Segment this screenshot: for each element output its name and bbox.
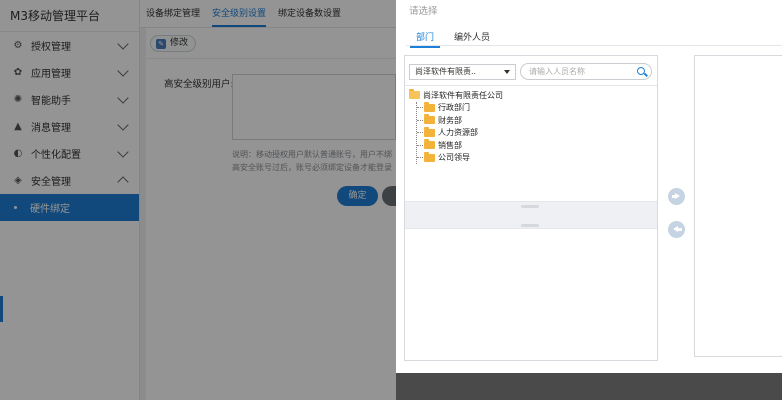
tree-node[interactable]: 行政部门 — [417, 101, 503, 115]
tree-node[interactable]: 人力资源部 — [417, 126, 503, 140]
search-icon[interactable] — [637, 67, 645, 75]
tree-node[interactable]: 财务部 — [417, 114, 503, 127]
arrow-left-icon-head — [673, 226, 678, 232]
tree-children: 行政部门 财务部 人力资源部 销售部 公司领导 — [416, 101, 503, 165]
department-panel: 尚泽软件有限责.. 请输入人员名称 尚泽软件有限责任公司 行政部门 财务部 人力… — [404, 55, 658, 361]
tree-node-label: 销售部 — [438, 140, 462, 150]
tree-node-label: 财务部 — [438, 115, 462, 125]
tree-branch-line — [417, 144, 423, 146]
department-tree: 尚泽软件有限责任公司 行政部门 财务部 人力资源部 销售部 公司领导 — [409, 89, 503, 164]
tree-node[interactable]: 公司领导 — [417, 151, 503, 165]
tree-node-label: 行政部门 — [438, 103, 470, 113]
folder-icon — [424, 151, 435, 162]
tree-branch-line — [417, 157, 423, 159]
panel-splitter[interactable] — [405, 201, 657, 229]
tree-node-label: 公司领导 — [438, 153, 470, 163]
folder-icon — [424, 139, 435, 150]
tree-node-label: 尚泽软件有限责任公司 — [423, 90, 503, 100]
collapse-down-handle[interactable] — [521, 224, 539, 227]
divider — [405, 85, 657, 86]
folder-icon — [424, 114, 435, 125]
folder-icon — [424, 101, 435, 112]
move-left-button[interactable] — [668, 221, 685, 238]
department-select[interactable]: 尚泽软件有限责.. — [409, 64, 516, 80]
dialog-tab-divider — [406, 45, 782, 46]
search-placeholder: 请输入人员名称 — [529, 67, 585, 76]
select-dialog: 请选择 部门 编外人员 尚泽软件有限责.. 请输入人员名称 尚泽软件有限责任公司… — [396, 0, 782, 373]
selected-panel[interactable] — [694, 55, 782, 357]
caret-down-icon — [504, 70, 510, 74]
dialog-footer-bar — [396, 373, 782, 400]
tree-node-root[interactable]: 尚泽软件有限责任公司 — [409, 89, 503, 102]
arrow-right-icon-head — [675, 193, 680, 199]
tree-branch-line — [417, 132, 423, 134]
modal-overlay[interactable] — [0, 0, 396, 400]
folder-icon — [424, 126, 435, 137]
search-input[interactable]: 请输入人员名称 — [520, 63, 652, 80]
tree-node-label: 人力资源部 — [438, 128, 478, 138]
dialog-title: 请选择 — [409, 6, 438, 17]
folder-open-icon — [409, 89, 420, 100]
tree-node[interactable]: 销售部 — [417, 139, 503, 152]
tree-branch-line — [417, 119, 423, 121]
collapse-up-handle[interactable] — [521, 205, 539, 208]
department-select-value: 尚泽软件有限责.. — [415, 67, 477, 76]
tree-branch-line — [417, 107, 423, 109]
move-right-button[interactable] — [668, 188, 685, 205]
